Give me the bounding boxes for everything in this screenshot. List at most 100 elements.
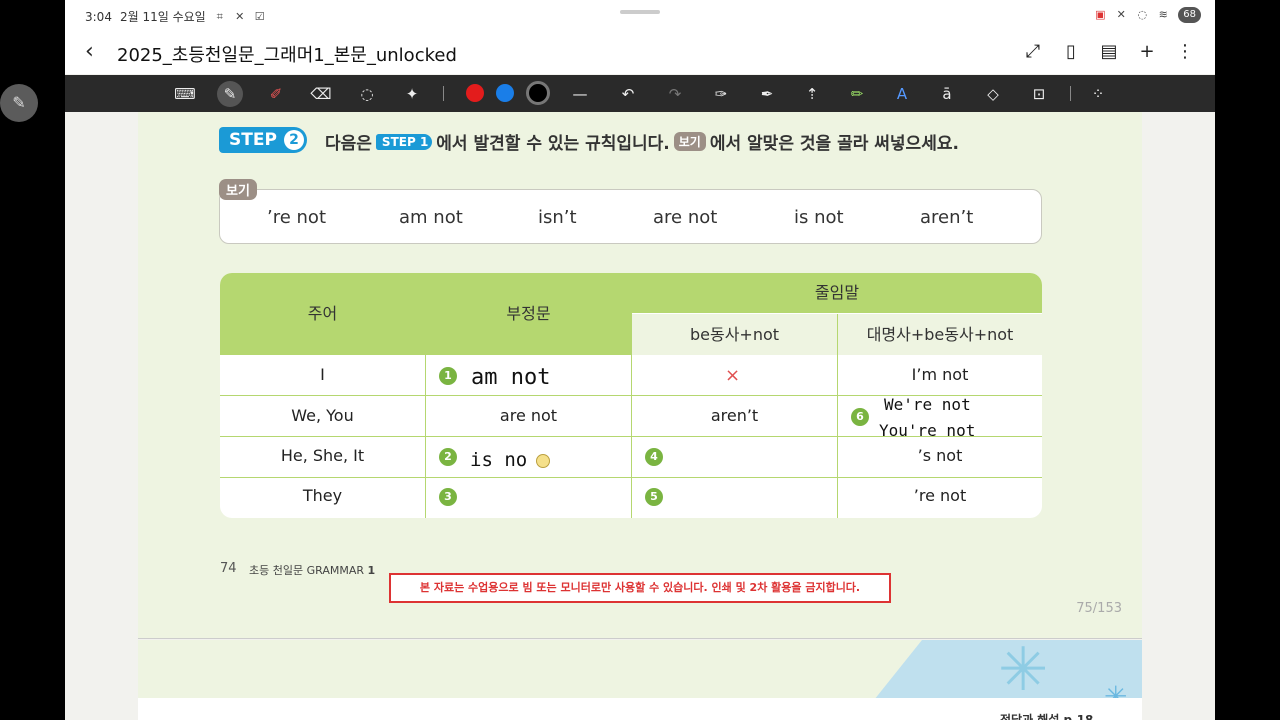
page-bottom-strip (138, 617, 1142, 639)
text-style-icon[interactable]: A (889, 81, 915, 107)
cell-pronoun-i: I’m not (838, 365, 1042, 384)
cell-subject-they: They (220, 486, 425, 505)
text-recognize-icon[interactable]: ā (934, 81, 960, 107)
handwriting-answer-6b: You're not (879, 421, 976, 440)
header-pronoun-be-not: 대명사+be동사+not (838, 314, 1042, 355)
fullscreen-icon[interactable]: ⤢ (1021, 38, 1045, 66)
inline-step-badge: STEP 1 (375, 133, 433, 150)
footer-title: 초등 천일문 GRAMMAR 1 (249, 562, 375, 578)
clock: 3:04 (85, 9, 112, 24)
pen-cursor (536, 454, 550, 468)
answer-number: 6 (851, 408, 869, 426)
edit-page-icon[interactable]: ▤ (1097, 38, 1121, 66)
instruction-text-pre: 다음은 (325, 134, 372, 154)
cell-subject-i: I (220, 365, 425, 384)
more-tools-icon[interactable]: ⁘ (1085, 81, 1111, 107)
cell-pronoun-he-she-it: ’s not (838, 446, 1042, 465)
grab-handle[interactable] (620, 10, 660, 14)
answer-number: 1 (439, 367, 457, 385)
eraser-icon[interactable]: ⌫ (308, 81, 334, 107)
answer-number: 5 (645, 488, 663, 506)
inline-step-number: 1 (419, 134, 429, 149)
bogi-tag: 보기 (219, 179, 257, 200)
pen-settings-icon[interactable]: ✑ (708, 81, 734, 107)
grid-line (220, 477, 1042, 478)
usage-notice: 본 자료는 수업용으로 빔 또는 모니터로만 사용할 수 있습니다. 인쇄 및 … (389, 573, 891, 603)
bogi-word: aren’t (920, 207, 974, 228)
bogi-word: are not (653, 207, 718, 228)
cast-icon: ▣ (1095, 8, 1106, 21)
next-page-preview: ✳ ✳ 정답과 해설 p.18 (138, 640, 1142, 720)
header-be-not: be동사+not (632, 314, 837, 355)
cell-subject-he-she-it: He, She, It (220, 446, 425, 465)
page-count: 75/153 (1076, 601, 1122, 616)
title-bar: ‹ 2025_초등천일문_그래머1_본문_unlocked ⤢ ▯ ▤ + ⋮ (65, 32, 1215, 74)
handwriting-answer-6a: We're not (884, 395, 971, 414)
color-red-swatch[interactable] (466, 84, 484, 102)
battery-icon: 68 (1178, 7, 1201, 23)
next-page-band (138, 698, 1142, 720)
instruction: 다음은 STEP 1 에서 발견할 수 있는 규칙입니다. 보기 에서 알맞은 … (325, 129, 959, 154)
step-number: 2 (284, 130, 304, 150)
cell-be-not-we-you: aren’t (632, 406, 837, 425)
back-button[interactable]: ‹ (85, 38, 113, 66)
cell-pronoun-they: ’re not (838, 486, 1042, 505)
redo-icon[interactable]: ↷ (662, 81, 688, 107)
wifi-icon: ≋ (1158, 8, 1168, 21)
bogi-box (219, 189, 1042, 244)
more-options-icon[interactable]: ⋮ (1173, 38, 1197, 66)
step-badge: STEP 2 (219, 127, 307, 153)
keyboard-icon[interactable]: ⌨ (172, 81, 198, 107)
instruction-text-mid: 에서 발견할 수 있는 규칙입니다. (436, 134, 670, 154)
lasso-icon[interactable]: ◌ (354, 81, 380, 107)
grid-line (632, 313, 1042, 314)
stroke-width-icon[interactable]: — (567, 81, 593, 107)
answer-number: 4 (645, 448, 663, 466)
x-mark: × (725, 365, 741, 386)
shape-icon[interactable]: ◇ (980, 81, 1006, 107)
toolbar-divider (1070, 86, 1071, 101)
snowflake-icon: ✳ (998, 640, 1049, 705)
date: 2월 11일 수요일 (119, 10, 206, 24)
magic-icon[interactable]: ✦ (399, 81, 425, 107)
bogi-word: ’re not (267, 207, 327, 228)
lock-icon[interactable]: ⊡ (1026, 81, 1052, 107)
bogi-word: is not (794, 207, 844, 228)
checkbox-icon: ☑ (254, 9, 265, 23)
screenshot-icon: ⌗ (216, 9, 223, 23)
app-frame: 3:04 2월 11일 수요일 ⌗ ✕ ☑ ▣ ✕ ◌ ≋ 68 ‹ 2025_… (65, 0, 1215, 720)
marker-icon[interactable]: ✏ (844, 81, 870, 107)
book-view-icon[interactable]: ▯ (1059, 38, 1083, 66)
step-label: STEP (229, 130, 277, 150)
toolbar-divider (443, 86, 444, 101)
bogi-word: am not (399, 207, 463, 228)
silent-icon: ◌ (1137, 8, 1148, 21)
header-negative: 부정문 (426, 273, 631, 355)
pen-icon[interactable]: ✎ (217, 81, 243, 107)
undo-icon[interactable]: ↶ (615, 81, 641, 107)
floating-pen-icon[interactable]: ✎ (0, 84, 38, 122)
add-pen-icon[interactable]: ✒ (754, 81, 780, 107)
pen-toolbar: ⌨ ✎ ✐ ⌫ ◌ ✦ — ↶ ↷ ✑ ✒ ⇡ ✏ A ā ◇ ⊡ ⁘ (65, 75, 1215, 112)
add-icon[interactable]: + (1135, 38, 1159, 66)
bogi-word: isn’t (538, 207, 577, 228)
title-actions: ⤢ ▯ ▤ + ⋮ (1021, 38, 1197, 66)
mute-icon: ✕ (1116, 8, 1126, 21)
answer-number: 3 (439, 488, 457, 506)
status-bar: 3:04 2월 11일 수요일 ⌗ ✕ ☑ ▣ ✕ ◌ ≋ 68 (65, 0, 1215, 32)
inline-bogi-badge: 보기 (673, 132, 706, 151)
cell-subject-we-you: We, You (220, 406, 425, 425)
pen-up-icon[interactable]: ⇡ (799, 81, 825, 107)
header-subject: 주어 (220, 273, 425, 355)
header-contraction: 줄임말 (632, 273, 1042, 313)
handwriting-answer-1: am not (471, 365, 551, 390)
highlighter-icon[interactable]: ✐ (263, 81, 289, 107)
footer-page-number: 74 (220, 561, 237, 576)
pen-off-icon: ✕ (235, 9, 245, 23)
answer-number: 2 (439, 448, 457, 466)
footer-title-number: 1 (367, 564, 376, 577)
color-blue-swatch[interactable] (496, 84, 514, 102)
color-black-swatch[interactable] (526, 81, 550, 105)
inline-step-label: STEP (381, 134, 416, 149)
next-page-label: 정답과 해설 p.18 (1000, 713, 1094, 720)
